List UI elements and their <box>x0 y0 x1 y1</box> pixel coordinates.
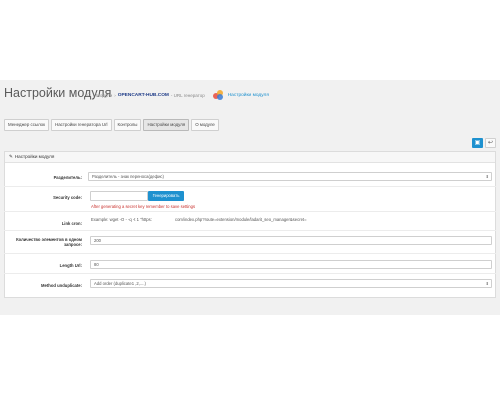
links-per-request-input[interactable]: 200 <box>90 236 492 245</box>
row-divider <box>4 186 496 187</box>
link-cron-example-tail: com/index.php?route=extension/module/lad… <box>175 217 307 222</box>
home-icon[interactable]: ⌂ <box>87 92 91 98</box>
breadcrumb-item-modules[interactable]: Модули <box>96 93 112 98</box>
panel-heading: ✎ Настройки модуля <box>5 152 495 163</box>
pencil-icon: ✎ <box>9 154 13 159</box>
row-divider <box>4 211 496 212</box>
link-cron-example: Example: wget -O - -q -t 1 "https: com/i… <box>91 217 307 222</box>
row-divider <box>4 273 496 274</box>
link-cron-label: Link cron: <box>61 221 82 226</box>
tab-url-generator-settings[interactable]: Настройки генератора Url <box>51 119 112 131</box>
breadcrumb-separator: › <box>114 92 116 98</box>
generate-button[interactable]: Генерировать <box>148 191 184 201</box>
length-url-label: Length Url: <box>59 263 82 268</box>
separator-select[interactable]: Разделитель - знак переноса(дефис) ⬍ <box>88 172 492 181</box>
separator-select-value: Разделитель - знак переноса(дефис) <box>92 174 164 179</box>
row-divider <box>4 253 496 254</box>
tab-bar: Менеджер ссылок Настройки генератора Url… <box>4 119 219 131</box>
chevron-down-icon: ⬍ <box>485 281 489 286</box>
reply-icon: ↩ <box>487 140 494 146</box>
opencart-hub-logo-icon <box>212 90 224 100</box>
method-unduplicate-select[interactable]: Add order (duplicate1 ,2,....) ⬍ <box>90 279 492 288</box>
tab-about[interactable]: О модуле <box>191 119 219 131</box>
panel-title-text: Настройки модуля <box>14 154 55 159</box>
tab-controls[interactable]: Контролы <box>113 119 142 131</box>
save-icon: ▣ <box>474 140 481 146</box>
breadcrumb: ⌂ › Модули › OPENCART-HUB.COM - URL гене… <box>87 90 269 100</box>
security-code-label: Security code: <box>53 195 82 200</box>
save-button[interactable]: ▣ <box>472 138 483 148</box>
method-unduplicate-label: Method unduplicate: <box>41 283 82 288</box>
row-divider <box>4 230 496 231</box>
link-cron-example-start: Example: wget -O - -q -t 1 "https: <box>91 217 152 222</box>
panel-title: ✎ Настройки модуля <box>9 153 54 161</box>
security-code-input[interactable] <box>90 191 148 201</box>
breadcrumb-separator: › <box>92 92 95 98</box>
length-url-input[interactable]: 80 <box>90 260 492 269</box>
chevron-down-icon: ⬍ <box>485 174 489 179</box>
breadcrumb-item-url-generator[interactable]: - URL генератор <box>171 93 205 98</box>
tab-module-settings[interactable]: Настройки модуля <box>143 119 190 131</box>
back-button[interactable]: ↩ <box>485 138 496 148</box>
method-unduplicate-value: Add order (duplicate1 ,2,....) <box>94 281 146 286</box>
separator-label: Разделитель: <box>53 175 82 180</box>
breadcrumb-brand[interactable]: OPENCART-HUB.COM <box>118 93 169 98</box>
tab-link-manager[interactable]: Менеджер ссылок <box>4 119 50 131</box>
breadcrumb-item-current[interactable]: Настройки модуля <box>228 93 269 98</box>
links-per-request-label: Количество элементов в одном запросе: <box>16 237 82 248</box>
security-code-hint: After generating a secret key remember t… <box>91 204 196 209</box>
